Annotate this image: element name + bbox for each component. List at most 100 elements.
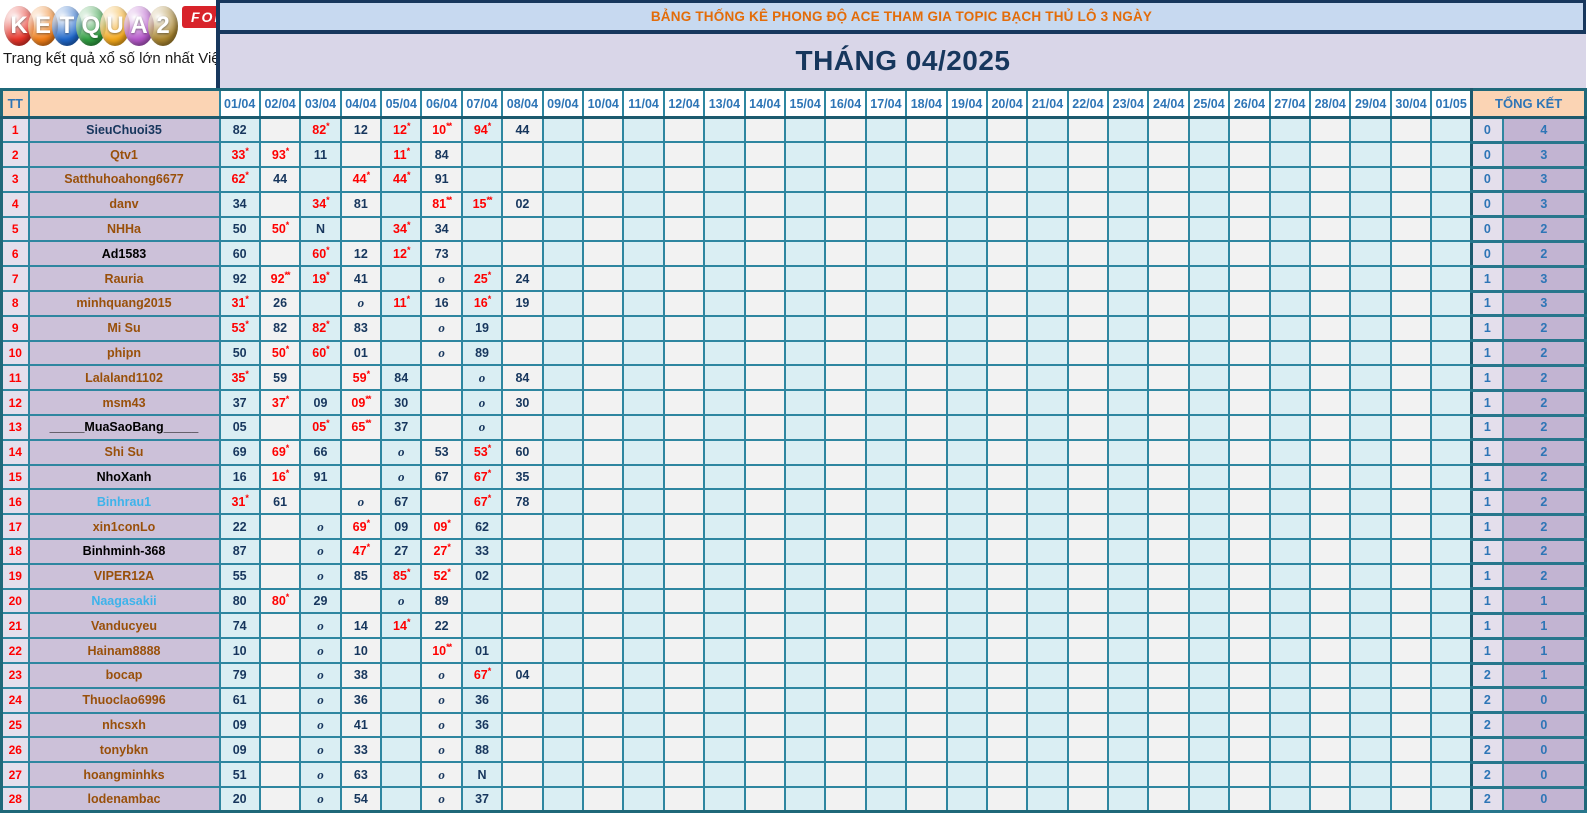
score-cell[interactable] [622,513,665,541]
score-cell[interactable]: 82* [299,314,342,342]
summary-cell-2[interactable]: 2 [1501,215,1588,243]
score-cell[interactable] [1026,290,1069,317]
score-cell[interactable]: 09* [420,513,463,541]
score-cell[interactable]: o [460,389,504,417]
summary-cell-1[interactable]: 2 [1470,760,1504,789]
score-cell[interactable] [662,166,706,193]
player-name-cell[interactable]: tonybkn [27,736,221,764]
score-cell[interactable] [622,166,665,193]
score-cell[interactable] [985,711,1029,739]
score-cell[interactable] [985,438,1029,466]
score-cell[interactable] [864,612,908,640]
score-cell[interactable] [1268,166,1312,193]
score-cell[interactable] [945,662,988,689]
score-cell[interactable] [1147,414,1190,441]
score-cell[interactable]: 10 [339,637,383,665]
score-cell[interactable] [1066,290,1110,317]
score-cell[interactable] [1026,786,1069,813]
score-cell[interactable]: o [380,587,423,615]
score-cell[interactable] [1187,587,1231,615]
score-cell[interactable]: 81 [339,190,383,218]
score-cell[interactable] [905,488,948,516]
score-cell[interactable] [1147,364,1190,392]
score-cell[interactable] [1309,414,1352,441]
date-header-03-04[interactable]: 03/04 [299,88,342,119]
score-cell[interactable] [1026,488,1069,516]
score-cell[interactable] [1228,637,1271,665]
score-cell[interactable] [1187,339,1231,367]
score-cell[interactable] [1147,662,1190,689]
score-cell[interactable] [1107,141,1150,169]
score-cell[interactable] [1147,711,1190,739]
score-cell[interactable]: o [420,339,463,367]
score-cell[interactable] [1268,463,1312,491]
row-number[interactable]: 4 [0,190,30,218]
date-header-28-04[interactable]: 28/04 [1309,88,1352,119]
player-name-cell[interactable]: Shi Su [27,438,221,466]
score-cell[interactable] [1066,488,1110,516]
score-cell[interactable] [1268,488,1312,516]
score-cell[interactable] [460,166,504,193]
score-cell[interactable] [1107,736,1150,764]
player-name-cell[interactable]: Ad1583 [27,240,221,268]
score-cell[interactable] [703,116,746,144]
score-cell[interactable] [1268,290,1312,317]
score-cell[interactable]: 30 [501,389,544,417]
score-cell[interactable] [420,364,463,392]
score-cell[interactable] [985,612,1029,640]
score-cell[interactable] [1430,141,1473,169]
score-cell[interactable] [541,215,585,243]
score-cell[interactable] [1228,513,1271,541]
date-header-20-04[interactable]: 20/04 [985,88,1029,119]
score-cell[interactable] [1389,761,1433,789]
score-cell[interactable] [1026,711,1069,739]
score-cell[interactable] [945,736,988,764]
summary-cell-2[interactable]: 2 [1501,388,1588,417]
date-header-01-05[interactable]: 01/05 [1430,88,1473,119]
score-cell[interactable] [1187,364,1231,392]
score-cell[interactable] [703,314,746,342]
summary-cell-1[interactable]: 1 [1470,537,1504,566]
score-cell[interactable] [582,587,625,615]
score-cell[interactable]: o [299,513,342,541]
score-cell[interactable] [783,587,827,615]
row-number[interactable]: 2 [0,141,30,169]
score-cell[interactable] [662,761,706,789]
row-number[interactable]: 20 [0,587,30,615]
score-cell[interactable] [1228,414,1271,441]
score-cell[interactable] [743,686,786,714]
score-cell[interactable] [824,190,867,218]
score-cell[interactable] [1389,562,1433,590]
score-cell[interactable] [541,389,585,417]
score-cell[interactable] [380,265,423,293]
summary-cell-2[interactable]: 3 [1501,264,1588,293]
score-cell[interactable] [824,240,867,268]
score-cell[interactable] [743,339,786,367]
score-cell[interactable] [258,761,302,789]
score-cell[interactable] [1187,438,1231,466]
score-cell[interactable] [622,116,665,144]
score-cell[interactable]: 91 [420,166,463,193]
score-cell[interactable] [703,662,746,689]
row-number[interactable]: 8 [0,290,30,317]
score-cell[interactable] [1066,314,1110,342]
date-header-01-04[interactable]: 01/04 [218,88,261,119]
score-cell[interactable] [1268,414,1312,441]
score-cell[interactable]: 54 [339,786,383,813]
score-cell[interactable] [541,463,585,491]
score-cell[interactable] [1147,339,1190,367]
score-cell[interactable] [1389,513,1433,541]
score-cell[interactable] [1187,637,1231,665]
score-cell[interactable] [905,538,948,565]
summary-cell-2[interactable]: 2 [1501,487,1588,516]
score-cell[interactable] [783,190,827,218]
score-cell[interactable] [1026,637,1069,665]
row-number[interactable]: 10 [0,339,30,367]
score-cell[interactable] [743,116,786,144]
summary-cell-1[interactable]: 1 [1470,289,1504,318]
score-cell[interactable] [864,116,908,144]
score-cell[interactable] [1107,686,1150,714]
score-cell[interactable] [1389,736,1433,764]
score-cell[interactable] [582,364,625,392]
player-name-cell[interactable]: minhquang2015 [27,290,221,317]
